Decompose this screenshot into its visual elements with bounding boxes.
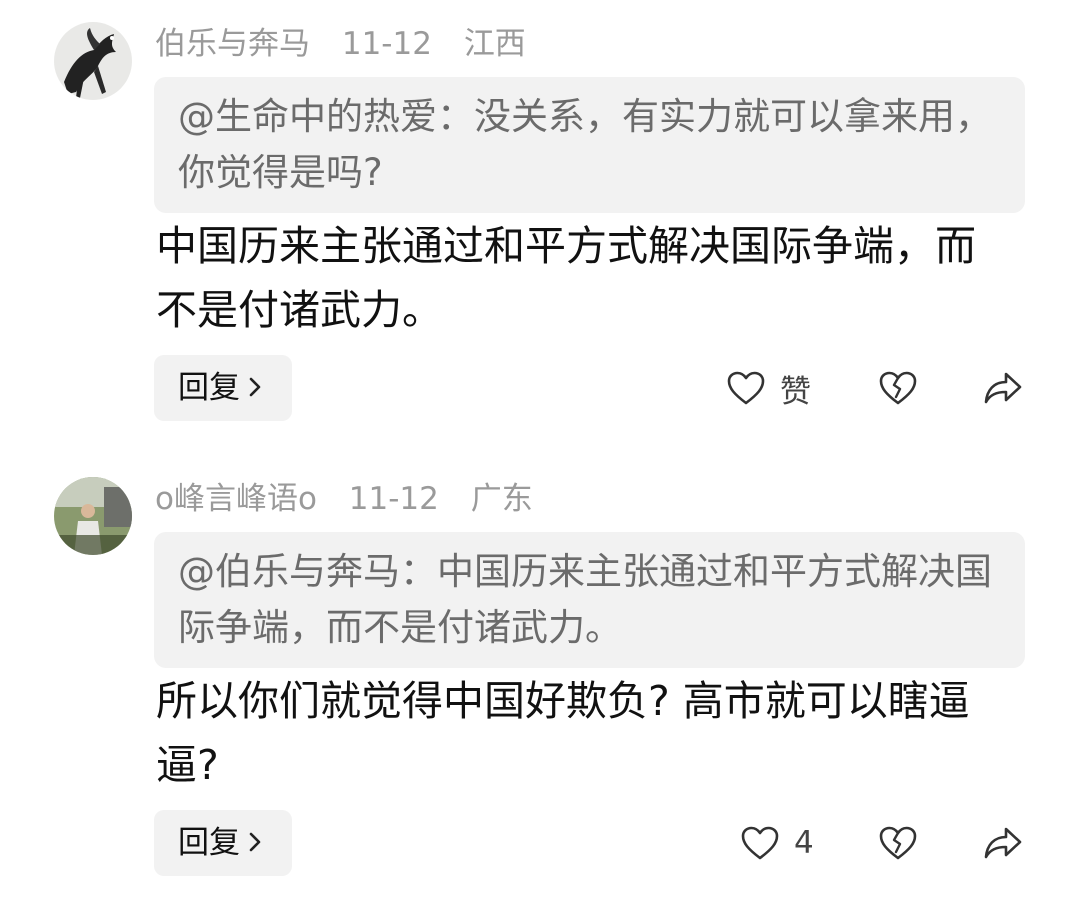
like-button[interactable]: 赞 (726, 358, 811, 418)
like-button[interactable]: 4 (740, 813, 814, 873)
share-arrow-icon (984, 372, 1022, 404)
reply-button[interactable]: 回复 (154, 810, 292, 876)
user-avatar[interactable] (54, 477, 132, 555)
person-photo-avatar (54, 477, 132, 555)
reply-button-label: 回复 (178, 825, 240, 861)
quoted-reply: @伯乐与奔马：中国历来主张通过和平方式解决国际争端，而不是付诸武力。 (154, 532, 1025, 668)
quoted-reply: @生命中的热爱：没关系，有实力就可以拿来用，你觉得是吗? (154, 77, 1025, 213)
heart-outline-icon (741, 826, 779, 860)
comment-body: 所以你们就觉得中国好欺负? 高市就可以瞎逼逼? (156, 677, 970, 789)
comment-meta: o峰言峰语o 11-12 广东 (155, 479, 555, 519)
comment-date: 11-12 (348, 481, 439, 517)
reply-button-label: 回复 (178, 370, 240, 406)
reply-button[interactable]: 回复 (154, 355, 292, 421)
horse-painting-avatar (54, 22, 132, 100)
user-avatar[interactable] (54, 22, 132, 100)
heart-outline-icon (727, 371, 765, 405)
like-label: 赞 (780, 373, 811, 410)
username[interactable]: 伯乐与奔马 (155, 26, 310, 62)
share-arrow-icon (984, 827, 1022, 859)
comment-location: 广东 (470, 481, 533, 517)
dislike-button[interactable] (878, 813, 918, 873)
share-button[interactable] (982, 813, 1024, 873)
broken-heart-icon (879, 826, 917, 860)
comment-body: 中国历来主张通过和平方式解决国际争端，而不是付诸武力。 (156, 222, 976, 334)
chevron-right-icon (248, 355, 262, 421)
username[interactable]: o峰言峰语o (155, 481, 317, 517)
share-button[interactable] (982, 358, 1024, 418)
comment-meta: 伯乐与奔马 11-12 江西 (155, 24, 548, 64)
broken-heart-icon (879, 371, 917, 405)
dislike-button[interactable] (878, 358, 918, 418)
comment-date: 11-12 (341, 26, 432, 62)
like-count: 4 (794, 825, 814, 861)
chevron-right-icon (248, 810, 262, 876)
comment-location: 江西 (463, 26, 526, 62)
